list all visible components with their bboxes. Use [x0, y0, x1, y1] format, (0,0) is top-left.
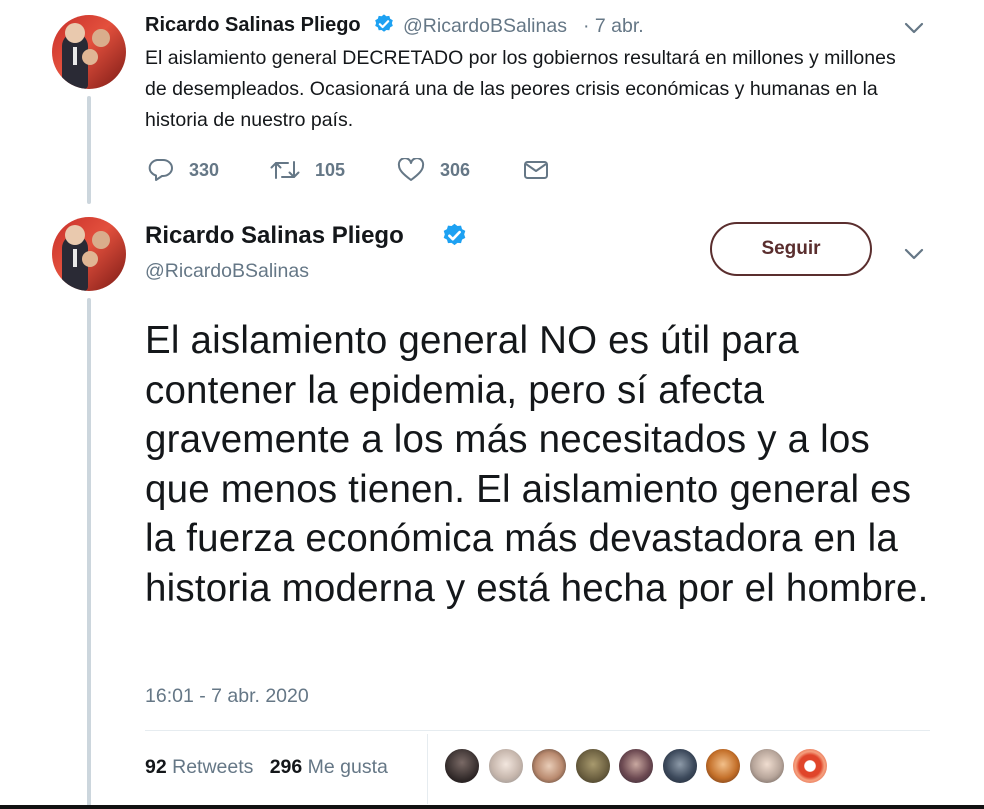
tweet-timestamp[interactable]: 16:01 - 7 abr. 2020: [145, 685, 309, 708]
like-count: 306: [440, 159, 471, 180]
chevron-down-icon[interactable]: [904, 21, 924, 35]
liker-avatar[interactable]: [661, 748, 698, 784]
liker-avatar[interactable]: [574, 748, 611, 784]
thread-line-top: [87, 96, 91, 204]
liker-avatars: [444, 748, 836, 784]
author-name[interactable]: Ricardo Salinas Pliego: [145, 14, 361, 37]
tweet-text: El aislamiento general DECRETADO por los…: [145, 47, 896, 131]
follow-button[interactable]: Seguir: [710, 222, 872, 276]
retweet-stat-count: 92: [145, 756, 167, 778]
verified-badge-icon: [375, 14, 393, 32]
reply-count: 330: [189, 159, 220, 180]
retweet-stat[interactable]: 92 Retweets: [145, 756, 253, 778]
avatar[interactable]: [52, 217, 126, 291]
liker-avatar[interactable]: [748, 748, 785, 784]
direct-message-button[interactable]: [523, 158, 549, 182]
retweet-stat-label: Retweets: [172, 756, 254, 778]
window-edge: [0, 805, 984, 809]
author-handle[interactable]: @RicardoBSalinas: [403, 15, 567, 38]
chevron-down-icon[interactable]: [904, 247, 924, 261]
tweet-date[interactable]: · 7 abr.: [583, 15, 644, 38]
retweet-button[interactable]: 105: [270, 158, 345, 182]
thread-line-bottom: [87, 298, 91, 809]
like-stat-count: 296: [269, 756, 303, 778]
verified-badge-icon: [443, 223, 466, 246]
retweet-icon: [270, 161, 300, 179]
tweet-stats: 92 Retweets 296 Me gusta: [145, 756, 388, 779]
heart-icon: [397, 158, 425, 181]
liker-avatar[interactable]: [531, 748, 567, 784]
avatar[interactable]: [52, 15, 126, 89]
reply-icon: [148, 159, 173, 181]
liker-avatar[interactable]: [792, 748, 828, 784]
retweet-count: 105: [315, 159, 346, 180]
divider-vertical: [427, 734, 428, 804]
tweet-text-main: El aislamiento general NO es útil para c…: [145, 319, 929, 610]
liker-avatar[interactable]: [487, 748, 524, 784]
like-stat[interactable]: 296 Me gusta: [270, 756, 388, 778]
divider: [145, 730, 930, 731]
envelope-icon: [524, 161, 548, 179]
like-button[interactable]: 306: [397, 158, 470, 182]
reply-button[interactable]: 330: [147, 158, 219, 182]
author-handle[interactable]: @RicardoBSalinas: [145, 260, 309, 283]
liker-avatar[interactable]: [705, 748, 741, 784]
like-stat-label: Me gusta: [307, 756, 388, 778]
author-name[interactable]: Ricardo Salinas Pliego: [145, 222, 404, 250]
liker-avatar[interactable]: [618, 748, 654, 784]
liker-avatar[interactable]: [444, 748, 480, 784]
